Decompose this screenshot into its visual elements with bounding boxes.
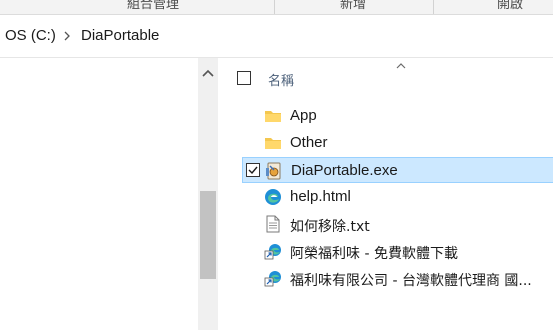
navigation-scrollbar[interactable] (198, 58, 218, 330)
internet-shortcut-icon (264, 244, 281, 260)
file-row-app[interactable]: App (242, 103, 553, 129)
edge-browser-icon (265, 189, 281, 205)
select-all-checkbox[interactable] (237, 71, 251, 85)
column-header-name[interactable]: 名稱 (268, 70, 294, 89)
breadcrumb-drive[interactable]: OS (C:) (5, 27, 56, 44)
app-exe-icon (266, 162, 281, 180)
navigation-pane[interactable] (0, 58, 198, 330)
ribbon-group-labels: 組合管理 新增 開啟 (0, 0, 553, 15)
file-row-company-shortcut[interactable]: 福利味有限公司 - 台灣軟體代理商 國... (242, 265, 553, 291)
file-name: 福利味有限公司 - 台灣軟體代理商 國... (290, 273, 532, 289)
file-explorer-window: 組合管理 新增 開啟 OS (C:) DiaPortable 名稱 App Ot… (0, 0, 553, 330)
checkmark-icon (248, 166, 258, 175)
ribbon-group-open: 開啟 (497, 0, 524, 12)
file-row-remove-txt[interactable]: 如何移除.txt (242, 211, 553, 237)
file-row-help-html[interactable]: help.html (242, 184, 553, 210)
ribbon-separator (274, 0, 275, 14)
file-row-diaportable-exe[interactable]: DiaPortable.exe (242, 157, 553, 183)
text-file-icon (266, 215, 280, 233)
file-name: help.html (290, 188, 351, 205)
folder-icon (265, 111, 281, 122)
file-list: 名稱 App Other DiaPortable.exe help.html 如… (220, 58, 553, 330)
ribbon-separator (433, 0, 434, 14)
sort-ascending-icon (396, 63, 406, 69)
breadcrumb-folder[interactable]: DiaPortable (81, 27, 159, 44)
column-header-row: 名稱 (220, 58, 553, 98)
scroll-up-arrow-icon[interactable] (198, 64, 218, 84)
ribbon-group-organize: 組合管理 (127, 0, 180, 12)
file-name: 如何移除.txt (290, 219, 370, 235)
chevron-right-icon[interactable] (61, 29, 73, 43)
file-row-azo-shortcut[interactable]: 阿榮福利味 - 免費軟體下載 (242, 238, 553, 264)
file-name: DiaPortable.exe (291, 162, 398, 179)
ribbon-group-new: 新增 (340, 0, 367, 12)
address-bar[interactable]: OS (C:) DiaPortable (0, 15, 553, 58)
file-name: Other (290, 134, 328, 151)
file-row-other[interactable]: Other (242, 130, 553, 156)
file-name: 阿榮福利味 - 免費軟體下載 (290, 246, 458, 262)
file-name: App (290, 107, 317, 124)
row-checkbox[interactable] (246, 163, 260, 177)
folder-icon (265, 138, 281, 149)
scrollbar-thumb[interactable] (200, 191, 216, 279)
internet-shortcut-icon (264, 271, 281, 287)
